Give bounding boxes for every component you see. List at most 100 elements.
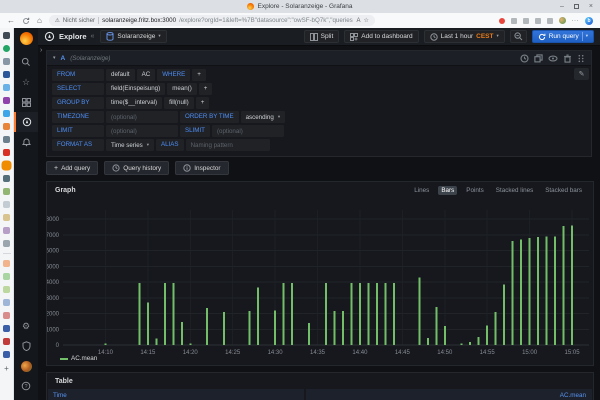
bar-14:49[interactable] [435, 307, 437, 345]
browser-tab-icon[interactable] [3, 58, 10, 65]
bar-14:40[interactable] [359, 283, 361, 345]
bar-14:30[interactable] [274, 310, 276, 345]
bar-15:05[interactable] [571, 225, 573, 345]
bar-14:53[interactable] [469, 342, 471, 345]
groupby-time-chip[interactable]: time($__interval) [106, 97, 162, 109]
disable-query-icon[interactable] [548, 54, 558, 63]
inspector-button[interactable]: Inspector [175, 161, 228, 175]
browser-profile-avatar[interactable] [559, 17, 566, 24]
browser-tab-icon[interactable] [3, 214, 10, 221]
select-field-chip[interactable]: field(Einspeisung) [106, 83, 165, 95]
add-to-dashboard-button[interactable]: Add to dashboard [344, 30, 418, 43]
browser-tab-icon[interactable] [3, 84, 10, 91]
extension-icon-2[interactable] [523, 18, 529, 24]
graph-legend[interactable]: AC.mean [60, 355, 97, 362]
time-range-picker[interactable]: Last 1 hour CEST ▾ [424, 30, 505, 43]
alias-keyword[interactable]: ALIAS [156, 139, 184, 151]
bar-14:16[interactable] [155, 339, 157, 345]
bar-15:02[interactable] [546, 236, 548, 345]
bar-14:59[interactable] [520, 239, 522, 345]
browser-tab-icon[interactable] [3, 149, 10, 156]
bar-14:38[interactable] [342, 311, 344, 345]
bar-14:52[interactable] [461, 343, 463, 345]
home-icon[interactable]: ⌂ [37, 17, 42, 25]
bar-15:03[interactable] [554, 236, 556, 345]
browser-tab-icon[interactable] [3, 273, 10, 280]
browser-tab-icon[interactable] [3, 32, 10, 39]
graph-canvas[interactable]: 14:1014:1514:2014:2514:3014:3514:4014:45… [47, 182, 593, 365]
query-row-header[interactable]: ▾ A (Solaranzeige) [47, 51, 591, 66]
browser-tab-icon[interactable] [3, 97, 10, 104]
bar-14:20[interactable] [189, 343, 191, 345]
bar-14:42[interactable] [376, 283, 378, 345]
browser-tab-icon[interactable] [3, 71, 10, 78]
browser-tab-icon[interactable] [3, 188, 10, 195]
bar-14:18[interactable] [172, 283, 174, 345]
dashboards-icon[interactable] [14, 92, 38, 112]
browser-tab-icon[interactable] [3, 123, 10, 130]
bar-14:58[interactable] [512, 241, 514, 345]
query-history-icon[interactable] [520, 54, 529, 63]
configuration-gear-icon[interactable]: ⚙ [14, 316, 38, 336]
server-admin-shield-icon[interactable] [14, 336, 38, 356]
table-column-time[interactable]: Time [48, 389, 304, 400]
explore-compass-icon[interactable] [14, 112, 38, 132]
minimize-button[interactable]: – [560, 3, 564, 10]
format-as-keyword[interactable]: FORMAT AS [52, 139, 104, 151]
bar-14:50[interactable] [444, 326, 446, 345]
maximize-button[interactable] [574, 4, 579, 9]
grafana-logo[interactable] [20, 32, 33, 45]
toggle-text-edit-icon[interactable]: ✎ [574, 68, 589, 80]
new-tab-button[interactable]: + [4, 365, 9, 373]
bar-14:10[interactable] [104, 343, 106, 345]
browser-tab[interactable]: Explore - Solaranzeige - Grafana [247, 3, 352, 10]
zoom-out-button[interactable] [510, 30, 527, 43]
remove-query-icon[interactable] [563, 54, 572, 63]
bar-14:36[interactable] [325, 283, 327, 345]
favorite-star-icon[interactable]: ☆ [363, 17, 368, 24]
extension-icon-1[interactable] [511, 18, 517, 24]
read-aloud-icon[interactable]: A [356, 18, 360, 24]
bar-14:47[interactable] [418, 277, 420, 345]
browser-tab-icon[interactable] [3, 45, 10, 52]
browser-menu-icon[interactable]: ··· [572, 18, 580, 24]
help-icon[interactable]: ? [14, 376, 38, 396]
graph-mode-stacked-lines[interactable]: Stacked lines [493, 186, 536, 195]
bar-14:32[interactable] [291, 283, 293, 345]
bar-14:22[interactable] [206, 308, 208, 345]
timezone-input[interactable] [106, 111, 178, 123]
bar-14:44[interactable] [393, 283, 395, 345]
select-fn-chip[interactable]: mean() [167, 83, 197, 95]
add-where-button[interactable]: + [192, 69, 206, 81]
duplicate-query-icon[interactable] [534, 54, 543, 63]
back-icon[interactable]: ← [7, 17, 15, 25]
alias-input[interactable] [186, 139, 270, 151]
legend-series-label[interactable]: AC.mean [71, 355, 97, 362]
extension-icon-3[interactable] [535, 18, 541, 24]
bar-14:39[interactable] [350, 283, 352, 345]
browser-tab-icon[interactable] [3, 325, 10, 332]
bar-15:01[interactable] [537, 237, 539, 345]
browser-tab-icon[interactable] [3, 110, 10, 117]
groupby-keyword[interactable]: GROUP BY [52, 97, 104, 109]
detach-icon[interactable]: « [91, 33, 95, 40]
browser-tab-icon[interactable] [3, 136, 10, 143]
search-icon[interactable] [14, 52, 38, 72]
extension-icon-4[interactable] [547, 18, 553, 24]
slimit-keyword[interactable]: SLIMIT [180, 125, 210, 137]
bar-14:17[interactable] [164, 283, 166, 345]
graph-mode-lines[interactable]: Lines [411, 186, 432, 195]
collapse-query-icon[interactable]: ▾ [53, 55, 56, 61]
close-button[interactable]: × [589, 3, 593, 10]
browser-tab-icon[interactable] [3, 299, 10, 306]
bar-14:54[interactable] [478, 337, 480, 345]
split-button[interactable]: Split [304, 30, 340, 43]
add-query-button[interactable]: + Add query [46, 161, 98, 175]
bar-14:56[interactable] [495, 312, 497, 345]
drag-handle-icon[interactable] [577, 54, 585, 63]
bar-14:48[interactable] [427, 338, 429, 345]
browser-tab-icon[interactable] [3, 338, 10, 345]
limit-input[interactable] [106, 125, 178, 137]
bar-14:57[interactable] [503, 284, 505, 345]
run-query-button[interactable]: Run query ▾ [532, 30, 594, 43]
